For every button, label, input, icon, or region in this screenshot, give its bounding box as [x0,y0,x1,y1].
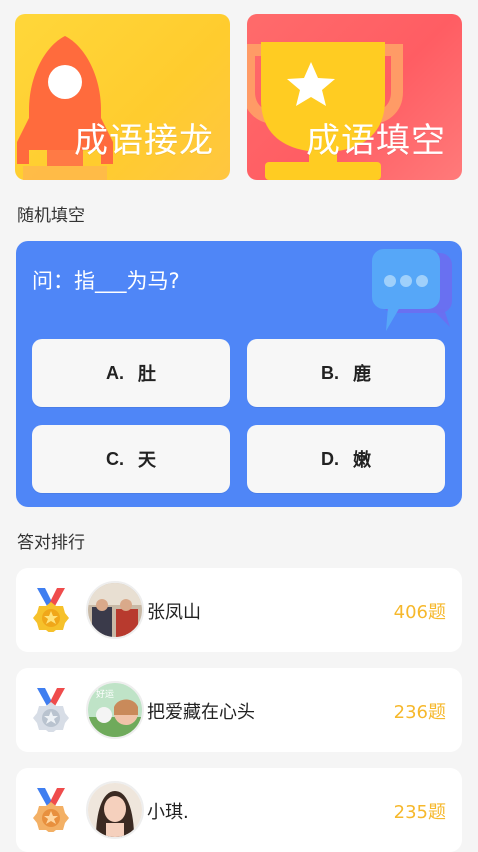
option-d-button[interactable]: D. 嫩 [247,425,445,493]
ranking-score: 235题 [393,802,446,823]
idiom-chain-title: 成语接龙 [74,121,214,161]
option-b-button[interactable]: B. 鹿 [247,339,445,407]
quiz-panel: 问：指___为马? A. 肚 B. 鹿 C. 天 D. 嫩 [16,241,462,507]
option-text: 天 [138,450,156,471]
ranking-name: 小琪. [147,802,189,823]
option-a-button[interactable]: A. 肚 [32,339,230,407]
ranking-item[interactable]: 小琪. 235题 [16,768,462,852]
ranking-item[interactable]: 张凤山 406题 [16,568,462,652]
ranking-heading: 答对排行 [17,533,85,553]
option-text: 嫩 [353,450,371,471]
option-text: 肚 [138,364,156,385]
ranking-name: 把爱藏在心头 [147,702,255,723]
avatar-caption: 好运 [96,690,115,700]
avatar: 好运 [86,681,144,739]
option-letter: A. [106,362,124,383]
idiom-fill-title: 成语填空 [306,121,446,161]
ranking-item[interactable]: 好运 把爱藏在心头 236题 [16,668,462,752]
gold-medal-icon [33,588,69,632]
option-letter: B. [321,362,339,383]
random-fill-heading: 随机填空 [17,206,85,226]
option-letter: C. [106,448,124,469]
ranking-score: 236题 [393,702,446,723]
silver-medal-icon [33,688,69,732]
idiom-fill-card[interactable]: 成语填空 [247,14,462,180]
ranking-score: 406题 [393,602,446,623]
option-text: 鹿 [353,364,371,385]
bronze-medal-icon [33,788,69,832]
avatar [86,581,144,639]
idiom-chain-card[interactable]: 成语接龙 [15,14,230,180]
ranking-name: 张凤山 [147,602,201,623]
option-letter: D. [321,448,339,469]
quiz-question: 问：指___为马? [32,269,180,293]
avatar [86,781,144,839]
chat-bubble-icon [372,249,452,331]
option-c-button[interactable]: C. 天 [32,425,230,493]
